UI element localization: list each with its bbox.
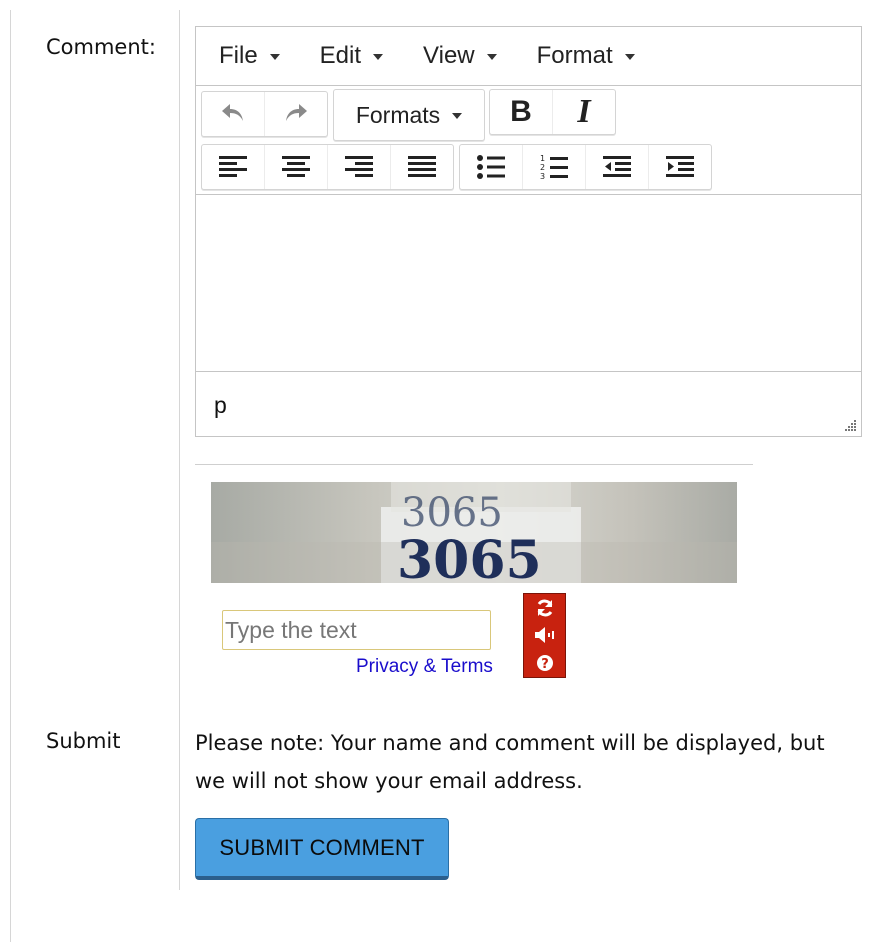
resize-handle-icon[interactable] bbox=[843, 418, 857, 432]
align-center-button[interactable] bbox=[265, 145, 328, 189]
captcha-audio-button[interactable] bbox=[530, 623, 560, 647]
caret-down-icon bbox=[452, 113, 463, 119]
menu-edit[interactable]: Edit bbox=[320, 42, 384, 70]
align-justify-icon bbox=[408, 156, 436, 177]
editor-statusbar: p bbox=[196, 372, 861, 436]
alignment-group bbox=[201, 144, 454, 190]
separator bbox=[195, 464, 753, 465]
svg-text:3: 3 bbox=[540, 172, 545, 181]
editor-toolbar: Formats B I 1 2 3 bbox=[196, 86, 861, 195]
formats-group: Formats bbox=[333, 89, 485, 141]
captcha-refresh-button[interactable] bbox=[530, 596, 560, 620]
bold-button[interactable]: B bbox=[490, 90, 553, 134]
captcha-controls: ? bbox=[523, 593, 566, 678]
redo-button[interactable] bbox=[265, 92, 327, 136]
align-left-button[interactable] bbox=[202, 145, 265, 189]
indent-button[interactable] bbox=[649, 145, 711, 189]
formats-dropdown[interactable]: Formats bbox=[334, 90, 484, 140]
svg-text:1: 1 bbox=[540, 154, 545, 163]
editor-menubar: File Edit View Format bbox=[196, 27, 861, 86]
align-right-button[interactable] bbox=[328, 145, 391, 189]
outdent-icon bbox=[603, 156, 631, 177]
indent-icon bbox=[666, 156, 694, 177]
menu-file[interactable]: File bbox=[219, 42, 280, 70]
label-column-divider bbox=[179, 10, 180, 890]
undo-button[interactable] bbox=[202, 92, 265, 136]
caret-down-icon bbox=[624, 54, 635, 60]
align-center-icon bbox=[282, 156, 310, 177]
align-right-icon bbox=[345, 156, 373, 177]
captcha-input[interactable] bbox=[222, 610, 491, 650]
history-group bbox=[201, 91, 328, 137]
submit-label: Submit bbox=[46, 729, 121, 753]
comment-label: Comment: bbox=[46, 35, 156, 59]
list-group: 123 bbox=[459, 144, 712, 190]
numbered-list-icon: 123 bbox=[540, 154, 568, 181]
submit-comment-button[interactable]: SUBMIT COMMENT bbox=[195, 818, 449, 880]
menu-format[interactable]: Format bbox=[537, 42, 635, 70]
left-border bbox=[10, 10, 11, 942]
svg-text:?: ? bbox=[541, 657, 549, 672]
bullet-list-icon bbox=[477, 155, 505, 179]
undo-icon bbox=[222, 104, 243, 121]
refresh-icon bbox=[537, 599, 552, 617]
italic-icon: I bbox=[577, 93, 591, 130]
privacy-terms-link[interactable]: Privacy & Terms bbox=[356, 656, 493, 678]
svg-text:3065: 3065 bbox=[397, 530, 542, 583]
svg-text:2: 2 bbox=[540, 163, 545, 172]
privacy-note: Please note: Your name and comment will … bbox=[195, 731, 825, 793]
redo-icon bbox=[286, 104, 307, 121]
editor-content-area[interactable] bbox=[196, 195, 861, 372]
caret-down-icon bbox=[486, 54, 497, 60]
captcha-help-button[interactable]: ? bbox=[530, 651, 560, 675]
text-style-group: B I bbox=[489, 89, 616, 135]
captcha-image: 3065 3065 bbox=[211, 482, 737, 583]
bullet-list-button[interactable] bbox=[460, 145, 523, 189]
element-path[interactable]: p bbox=[214, 392, 227, 419]
menu-view[interactable]: View bbox=[423, 42, 497, 70]
outdent-button[interactable] bbox=[586, 145, 649, 189]
caret-down-icon bbox=[373, 54, 384, 60]
help-icon: ? bbox=[536, 655, 553, 672]
bold-icon: B bbox=[510, 95, 532, 128]
rich-text-editor: File Edit View Format Formats B I 1 2 3 … bbox=[195, 26, 862, 437]
align-justify-button[interactable] bbox=[391, 145, 453, 189]
numbered-list-button[interactable]: 123 bbox=[523, 145, 586, 189]
align-left-icon bbox=[219, 156, 247, 177]
audio-icon bbox=[534, 627, 554, 644]
caret-down-icon bbox=[269, 54, 280, 60]
italic-button[interactable]: I bbox=[553, 90, 615, 134]
